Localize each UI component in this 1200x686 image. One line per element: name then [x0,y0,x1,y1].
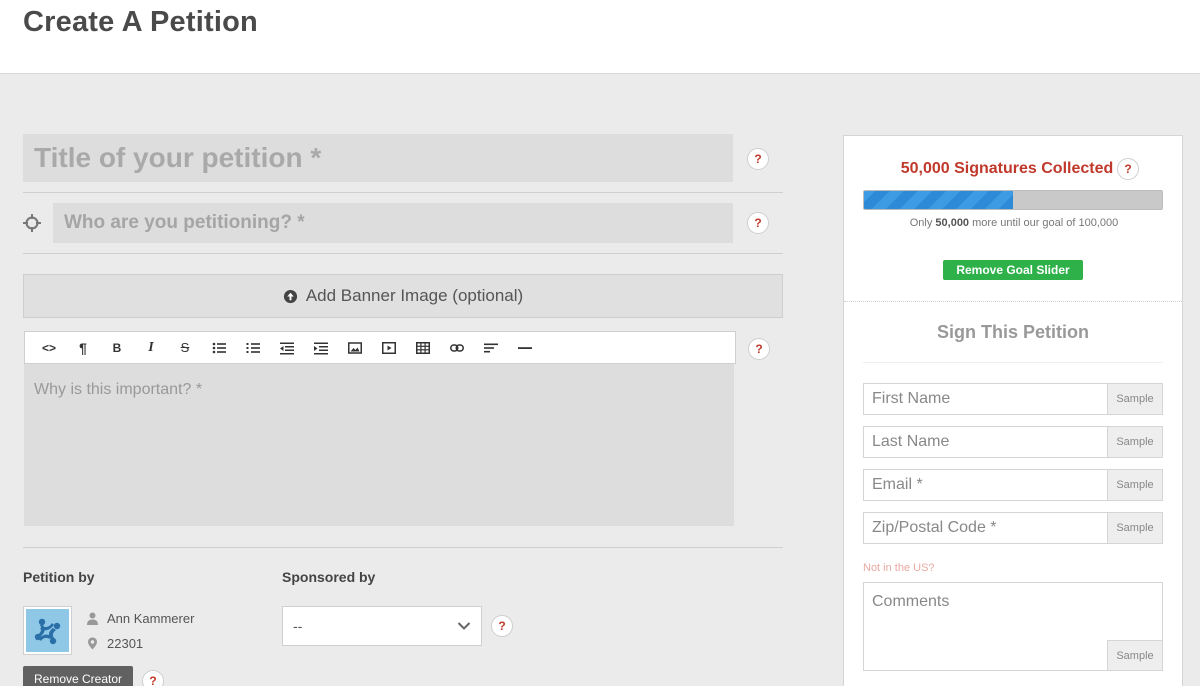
goal-note-count: 50,000 [935,217,970,229]
divider [23,192,783,193]
comments-field: Sample [863,582,1163,671]
signature-progress-fill [864,191,1013,209]
goal-note: Only 50,000 more until our goal of 100,0… [844,217,1184,229]
first-name-input[interactable] [864,384,1107,414]
location-pin-icon [88,637,97,650]
petition-body-textarea[interactable] [24,364,734,526]
creator-zip: 22301 [107,636,144,651]
not-in-us-link[interactable]: Not in the US? [863,562,935,574]
zip-field: Sample [863,512,1163,544]
editor-toolbar: <> ¶ B I S [24,331,736,364]
indent-icon[interactable] [304,332,338,363]
add-banner-image-button[interactable]: Add Banner Image (optional) [23,274,783,318]
ordered-list-icon[interactable] [236,332,270,363]
italic-icon[interactable]: I [134,332,168,363]
link-icon[interactable] [440,332,474,363]
avatar [23,606,72,655]
petition-by-label: Petition by [23,569,95,585]
add-banner-image-label: Add Banner Image (optional) [305,286,524,305]
signature-progress-bar [863,190,1163,210]
divider [23,253,783,254]
petition-title-input[interactable] [23,134,733,182]
html-icon[interactable]: <> [32,332,66,363]
chevron-down-icon [457,622,471,630]
horizontal-rule-icon[interactable] [508,332,542,363]
align-left-icon[interactable] [474,332,508,363]
sponsored-by-label: Sponsored by [282,569,376,585]
creator-zip-row: 22301 [86,636,143,651]
sponsor-select[interactable]: -- [282,606,482,646]
target-help-icon[interactable]: ? [747,212,769,234]
last-name-field: Sample [863,426,1163,458]
sign-petition-title: Sign This Petition [937,322,1089,342]
divider [23,547,783,548]
video-icon[interactable] [372,332,406,363]
sample-tag: Sample [1107,640,1162,670]
strikethrough-icon[interactable]: S [168,332,202,363]
outdent-icon[interactable] [270,332,304,363]
top-header: Create A Petition [0,0,1200,74]
remove-goal-slider-button[interactable]: Remove Goal Slider [943,260,1083,280]
email-field: Sample [863,469,1163,501]
table-icon[interactable] [406,332,440,363]
target-crosshair-icon [23,214,41,232]
creator-name: Ann Kammerer [107,611,195,626]
petition-preview-panel: 50,000 Signatures Collected ? Only 50,00… [843,135,1183,686]
editor-help-icon[interactable]: ? [748,338,770,360]
sample-tag: Sample [1107,384,1162,414]
zip-input[interactable] [864,513,1107,543]
email-input[interactable] [864,470,1107,500]
sample-tag: Sample [1107,470,1162,500]
upload-circle-icon [283,289,297,303]
sample-tag: Sample [1107,427,1162,457]
creator-name-row: Ann Kammerer [86,611,194,626]
creator-help-icon[interactable]: ? [142,670,164,686]
bold-icon[interactable]: B [100,332,134,363]
goal-note-prefix: Only [909,217,936,229]
user-icon [87,612,98,625]
first-name-field: Sample [863,383,1163,415]
remove-creator-button[interactable]: Remove Creator [23,666,133,686]
goal-note-suffix: more until our goal of 100,000 [969,217,1119,229]
unordered-list-icon[interactable] [202,332,236,363]
sponsor-selected-value: -- [293,618,303,634]
paragraph-icon[interactable]: ¶ [66,332,100,363]
image-icon[interactable] [338,332,372,363]
avatar-logo-icon [34,618,60,644]
last-name-input[interactable] [864,427,1107,457]
title-help-icon[interactable]: ? [747,148,769,170]
goal-help-icon[interactable]: ? [1117,158,1139,180]
sample-tag: Sample [1107,513,1162,543]
petition-target-input[interactable] [53,203,733,243]
divider [844,301,1182,302]
sponsor-help-icon[interactable]: ? [491,615,513,637]
page-title: Create A Petition [23,6,258,38]
divider [863,362,1163,363]
